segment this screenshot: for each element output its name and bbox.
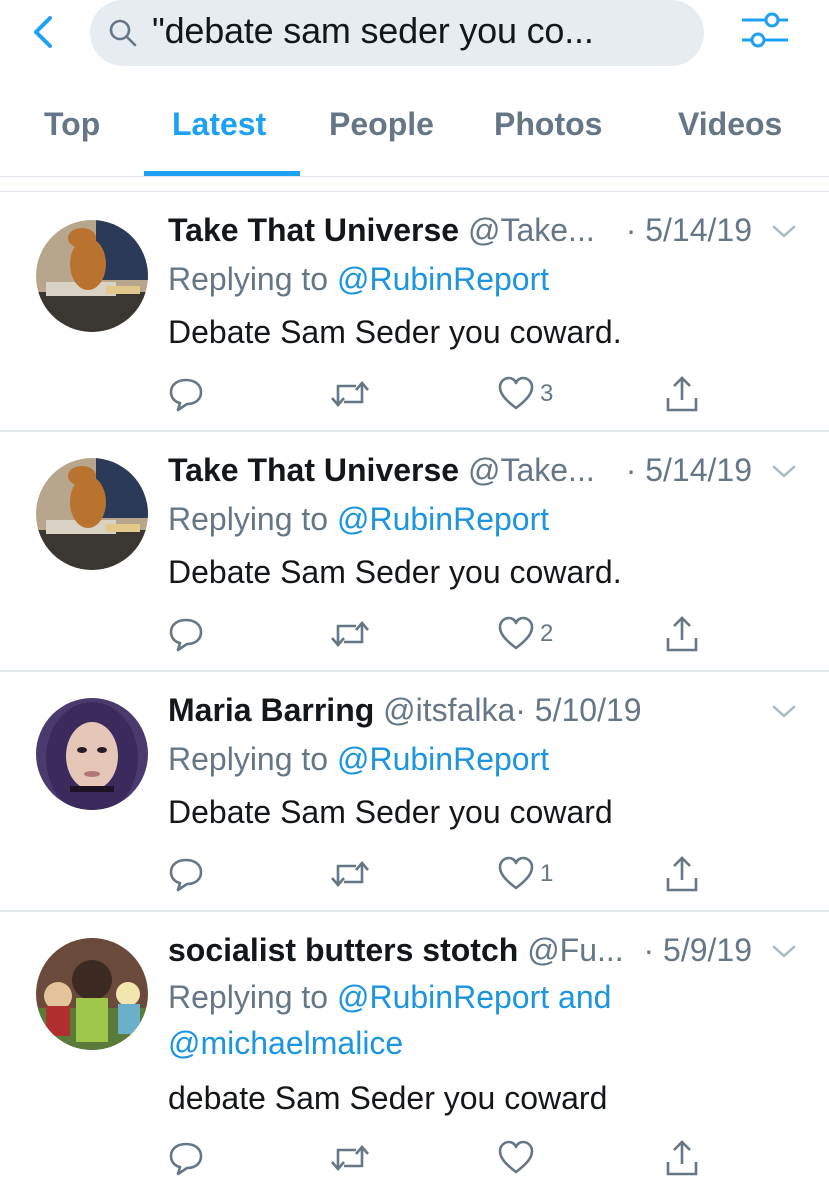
display-name[interactable]: Maria Barring	[168, 692, 374, 728]
replying-to: Replying to @RubinReport	[168, 256, 728, 302]
tweet-header: Take That Universe @Take... · 5/14/19	[168, 452, 788, 494]
tab-people[interactable]: People	[329, 106, 434, 143]
avatar-image	[36, 938, 148, 1050]
retweet-icon[interactable]	[330, 614, 370, 654]
display-name[interactable]: Take That Universe	[168, 452, 459, 488]
tweet-date: · 5/10/19	[515, 692, 642, 728]
display-name[interactable]: Take That Universe	[168, 212, 459, 248]
tweet-header: Maria Barring @itsfalka· 5/10/19	[168, 692, 788, 734]
share-icon[interactable]	[664, 614, 700, 654]
user-handle[interactable]: @itsfalka	[383, 692, 515, 728]
avatar-image	[36, 458, 148, 570]
reply-icon[interactable]	[168, 1138, 204, 1178]
tab-videos[interactable]: Videos	[678, 106, 782, 143]
top-bar: "debate sam seder you co...	[0, 0, 829, 72]
avatar[interactable]	[36, 698, 148, 810]
tweet-actions	[168, 1138, 728, 1178]
replying-to-label: Replying to	[168, 501, 337, 537]
mention-link[interactable]: @michaelmalice	[168, 1025, 403, 1061]
tweet-actions: 3	[168, 374, 728, 414]
replying-to-label: Replying to	[168, 261, 337, 297]
replying-to: Replying to @RubinReport	[168, 736, 728, 782]
mention-link[interactable]: @RubinReport	[337, 741, 549, 777]
avatar[interactable]	[36, 458, 148, 570]
search-query-text: "debate sam seder you co...	[152, 10, 594, 51]
user-handle[interactable]: @Fu...	[527, 932, 624, 968]
display-name[interactable]: socialist butters stotch	[168, 932, 518, 968]
tweet[interactable]: Maria Barring @itsfalka· 5/10/19 Replyin…	[0, 672, 829, 912]
avatar[interactable]	[36, 938, 148, 1050]
avatar[interactable]	[36, 220, 148, 332]
share-icon[interactable]	[664, 1138, 700, 1178]
avatar-image	[36, 220, 148, 332]
replying-to-label: Replying to	[168, 741, 337, 777]
retweet-icon[interactable]	[330, 374, 370, 414]
tweet-header: socialist butters stotch @Fu... · 5/9/19	[168, 932, 788, 974]
user-handle[interactable]: @Take...	[468, 212, 595, 248]
user-handle[interactable]: @Take...	[468, 452, 595, 488]
tweet-actions: 1	[168, 854, 728, 894]
search-filter-icon[interactable]	[738, 6, 792, 54]
tab-top[interactable]: Top	[44, 106, 100, 143]
tab-photos[interactable]: Photos	[494, 106, 602, 143]
search-input[interactable]: "debate sam seder you co...	[90, 0, 704, 66]
like-heart-icon[interactable]	[498, 854, 534, 894]
tweet-text: Debate Sam Seder you coward.	[168, 554, 622, 590]
tweet-date: · 5/14/19	[625, 452, 752, 488]
retweet-icon[interactable]	[330, 1138, 370, 1178]
like-count: 1	[540, 860, 554, 887]
avatar-image	[36, 698, 148, 810]
like-heart-icon[interactable]	[498, 614, 534, 654]
share-icon[interactable]	[664, 854, 700, 894]
tweet-text: Debate Sam Seder you coward.	[168, 314, 622, 350]
like-heart-icon[interactable]	[498, 1138, 534, 1178]
tweet-text: debate Sam Seder you coward	[168, 1080, 608, 1116]
share-icon[interactable]	[664, 374, 700, 414]
replying-to: Replying to @RubinReport and @michaelmal…	[168, 974, 728, 1066]
retweet-icon[interactable]	[330, 854, 370, 894]
tweet-text: Debate Sam Seder you coward	[168, 794, 613, 830]
like-count: 3	[540, 380, 554, 407]
tweet-header: Take That Universe @Take... · 5/14/19	[168, 212, 788, 254]
tweet[interactable]: Take That Universe @Take... · 5/14/19 Re…	[0, 192, 829, 432]
mention-link[interactable]: @RubinReport and	[337, 979, 611, 1015]
tweet-date: · 5/14/19	[625, 212, 752, 248]
replying-to: Replying to @RubinReport	[168, 496, 728, 542]
tweet[interactable]: Take That Universe @Take... · 5/14/19 Re…	[0, 432, 829, 672]
like-heart-icon[interactable]	[498, 374, 534, 414]
tweet-actions: 2	[168, 614, 728, 654]
search-tabs: Top Latest People Photos Videos	[0, 96, 829, 176]
tab-latest[interactable]: Latest	[172, 106, 266, 143]
chevron-down-icon[interactable]	[770, 702, 798, 722]
reply-icon[interactable]	[168, 374, 204, 414]
search-icon	[109, 19, 137, 47]
reply-icon[interactable]	[168, 614, 204, 654]
tweet-date: · 5/9/19	[643, 932, 752, 968]
chevron-down-icon[interactable]	[770, 942, 798, 962]
like-count: 2	[540, 620, 554, 647]
mention-link[interactable]: @RubinReport	[337, 261, 549, 297]
tweet[interactable]: socialist butters stotch @Fu... · 5/9/19…	[0, 912, 829, 1200]
chevron-down-icon[interactable]	[770, 462, 798, 482]
divider	[0, 176, 829, 177]
mention-link[interactable]: @RubinReport	[337, 501, 549, 537]
replying-to-label: Replying to	[168, 979, 337, 1015]
reply-icon[interactable]	[168, 854, 204, 894]
chevron-down-icon[interactable]	[770, 222, 798, 242]
back-chevron-icon[interactable]	[24, 12, 64, 52]
